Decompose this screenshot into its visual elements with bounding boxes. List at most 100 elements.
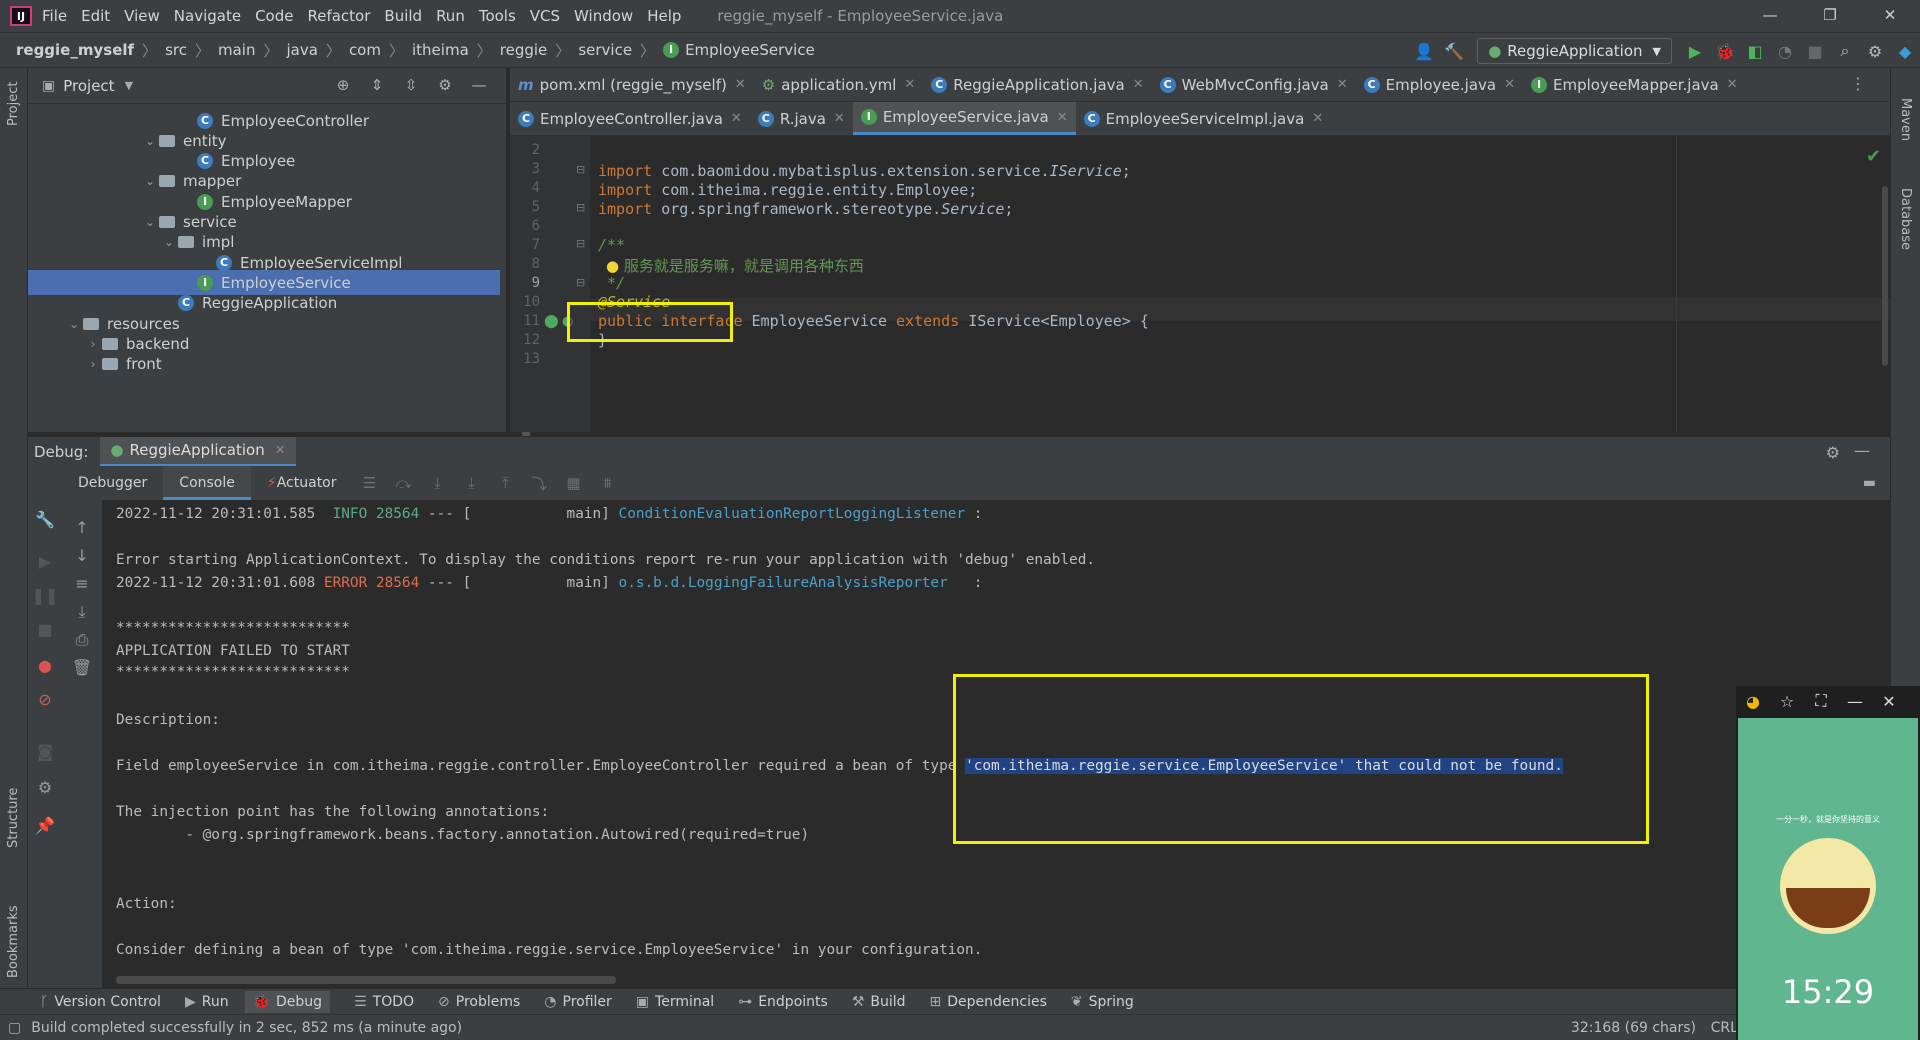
menu-run[interactable]: Run [436, 7, 465, 25]
close-icon[interactable]: ✕ [1860, 0, 1920, 32]
tab-actuator[interactable]: ⚡Actuator [251, 466, 353, 500]
menu-window[interactable]: Window [574, 7, 633, 25]
tab-console[interactable]: Console [163, 466, 251, 500]
tool-problems[interactable]: ⊘ Problems [438, 994, 520, 1010]
close-icon[interactable]: ✕ [1057, 110, 1068, 125]
close-icon[interactable]: ✕ [904, 77, 915, 92]
tool-todo[interactable]: ☰ TODO [354, 994, 414, 1010]
minimize-icon[interactable]: — [1740, 0, 1800, 32]
breadcrumb-main[interactable]: main [218, 41, 255, 59]
search-icon[interactable]: ⌕ [1830, 41, 1860, 61]
close-icon[interactable]: ✕ [1337, 77, 1348, 92]
chevron-down-icon[interactable]: ⌄ [65, 317, 83, 331]
expand-all-icon[interactable]: ⇕ [360, 76, 394, 94]
project-panel-title[interactable]: Project [63, 77, 114, 95]
fullscreen-icon[interactable]: ⛶ [1804, 691, 1838, 711]
fold-icon[interactable]: ⊟ [576, 276, 585, 289]
force-step-into-icon[interactable]: ⤓ [455, 474, 489, 492]
editor-tab[interactable]: C Employee.java ✕ [1356, 68, 1523, 101]
breadcrumb-file[interactable]: EmployeeService [685, 41, 815, 59]
fold-icon[interactable]: ⊟ [576, 163, 585, 176]
mute-breakpoints-icon[interactable]: ⊘ [28, 690, 62, 709]
menu-code[interactable]: Code [255, 7, 293, 25]
lightbulb-icon[interactable]: ● [606, 257, 619, 275]
chevron-right-icon[interactable]: › [84, 337, 102, 351]
hide-icon[interactable]: — [462, 76, 496, 94]
menu-file[interactable]: File [42, 7, 67, 25]
status-square-icon[interactable]: ▢ [8, 1020, 21, 1036]
debug-session-tab[interactable]: ● ReggieApplication ✕ [100, 436, 296, 467]
run-configuration-select[interactable]: ● ReggieApplication ▼ [1477, 38, 1672, 64]
view-breakpoints-icon[interactable]: ● [28, 656, 62, 675]
editor-tab[interactable]: C R.java ✕ [750, 102, 853, 135]
settings-icon[interactable]: ⚙ [28, 778, 62, 797]
run-icon[interactable]: ▶ [1680, 42, 1710, 61]
close-icon[interactable]: ✕ [731, 111, 742, 126]
tool-run[interactable]: ▶ Run [185, 994, 229, 1010]
breadcrumb-com[interactable]: com [349, 41, 381, 59]
menu-refactor[interactable]: Refactor [307, 7, 370, 25]
editor-tab[interactable]: ⚙ application.yml ✕ [754, 68, 924, 101]
hide-icon[interactable]: — [1854, 441, 1870, 460]
breadcrumb-java[interactable]: java [286, 41, 317, 59]
menu-build[interactable]: Build [384, 7, 422, 25]
menu-navigate[interactable]: Navigate [174, 7, 241, 25]
tool-version-control[interactable]: ᚴ Version Control [40, 994, 161, 1010]
maven-tool-tab[interactable]: Maven [1898, 98, 1913, 141]
close-icon[interactable]: ✕ [834, 111, 845, 126]
breadcrumb-project[interactable]: reggie_myself [16, 41, 134, 59]
menu-help[interactable]: Help [647, 7, 681, 25]
restore-icon[interactable]: ❐ [1800, 0, 1860, 32]
breadcrumb-itheima[interactable]: itheima [412, 41, 469, 59]
editor-tab[interactable]: m pom.xml (reggie_myself) ✕ [510, 68, 754, 101]
profile-icon[interactable]: ◔ [1770, 42, 1800, 61]
step-into-icon[interactable]: ⤓ [421, 474, 455, 492]
editor-tab[interactable]: I EmployeeMapper.java ✕ [1523, 68, 1746, 101]
editor-scrollbar[interactable] [1882, 186, 1888, 366]
trash-icon[interactable]: 🗑 [65, 658, 99, 677]
close-icon[interactable]: ✕ [1504, 77, 1515, 92]
menu-edit[interactable]: Edit [81, 7, 110, 25]
soft-wrap-icon[interactable]: ≡ [65, 574, 99, 593]
step-over-icon[interactable]: ⤼ [387, 474, 421, 492]
gear-icon[interactable]: ⚙ [428, 76, 462, 94]
menu-vcs[interactable]: VCS [530, 7, 560, 25]
close-icon[interactable]: ✕ [1133, 77, 1144, 92]
close-icon[interactable]: ✕ [1312, 111, 1323, 126]
editor-tab[interactable]: C ReggieApplication.java ✕ [923, 68, 1151, 101]
tab-debugger[interactable]: Debugger [62, 466, 163, 500]
close-icon[interactable]: ✕ [275, 443, 286, 458]
wrench-icon[interactable]: 🔧 [28, 510, 62, 529]
breadcrumb-reggie[interactable]: reggie [500, 41, 548, 59]
chevron-down-icon[interactable]: ▼ [125, 79, 133, 92]
pause-icon[interactable]: ❚❚ [28, 586, 62, 605]
code-editor[interactable]: import com.baomidou.mybatisplus.extensio… [590, 136, 1890, 432]
bookmarks-tool-tab[interactable]: Bookmarks [6, 905, 21, 978]
editor-tab[interactable]: C WebMvcConfig.java ✕ [1152, 68, 1356, 101]
structure-tool-tab[interactable]: Structure [6, 788, 21, 848]
no-problems-check-icon[interactable]: ✔ [1866, 146, 1881, 167]
chevron-down-icon[interactable]: ⌄ [141, 134, 159, 148]
user-icon[interactable]: 👤 [1409, 42, 1439, 61]
chevron-right-icon[interactable]: › [84, 357, 102, 371]
fold-icon[interactable]: ⊟ [576, 201, 585, 214]
database-tool-tab[interactable]: Database [1898, 188, 1913, 250]
editor-tab[interactable]: C EmployeeController.java ✕ [510, 102, 750, 135]
pin-icon[interactable]: ☆ [1770, 692, 1804, 711]
chevron-down-icon[interactable]: ⌄ [141, 174, 159, 188]
more-tabs-icon[interactable]: ⋮ [1850, 74, 1866, 93]
close-icon[interactable]: ✕ [1727, 77, 1738, 92]
build-hammer-icon[interactable]: 🔨 [1439, 42, 1469, 61]
up-arrow-icon[interactable]: ↑ [65, 518, 99, 537]
camera-icon[interactable]: ◙ [28, 742, 62, 761]
scroll-to-end-icon[interactable]: ⤓ [65, 602, 99, 622]
coverage-icon[interactable]: ◧ [1740, 42, 1770, 61]
settings-gear-icon[interactable]: ⚙ [1860, 42, 1890, 61]
tree-item[interactable]: › front [28, 352, 500, 377]
minimize-icon[interactable]: — [1838, 692, 1872, 711]
menu-tools[interactable]: Tools [479, 7, 516, 25]
breadcrumb-src[interactable]: src [165, 41, 187, 59]
editor-tab[interactable]: C EmployeeServiceImpl.java ✕ [1076, 102, 1332, 135]
console-horizontal-scrollbar[interactable] [116, 976, 616, 984]
trace-icon[interactable]: ⩩ [591, 474, 625, 492]
